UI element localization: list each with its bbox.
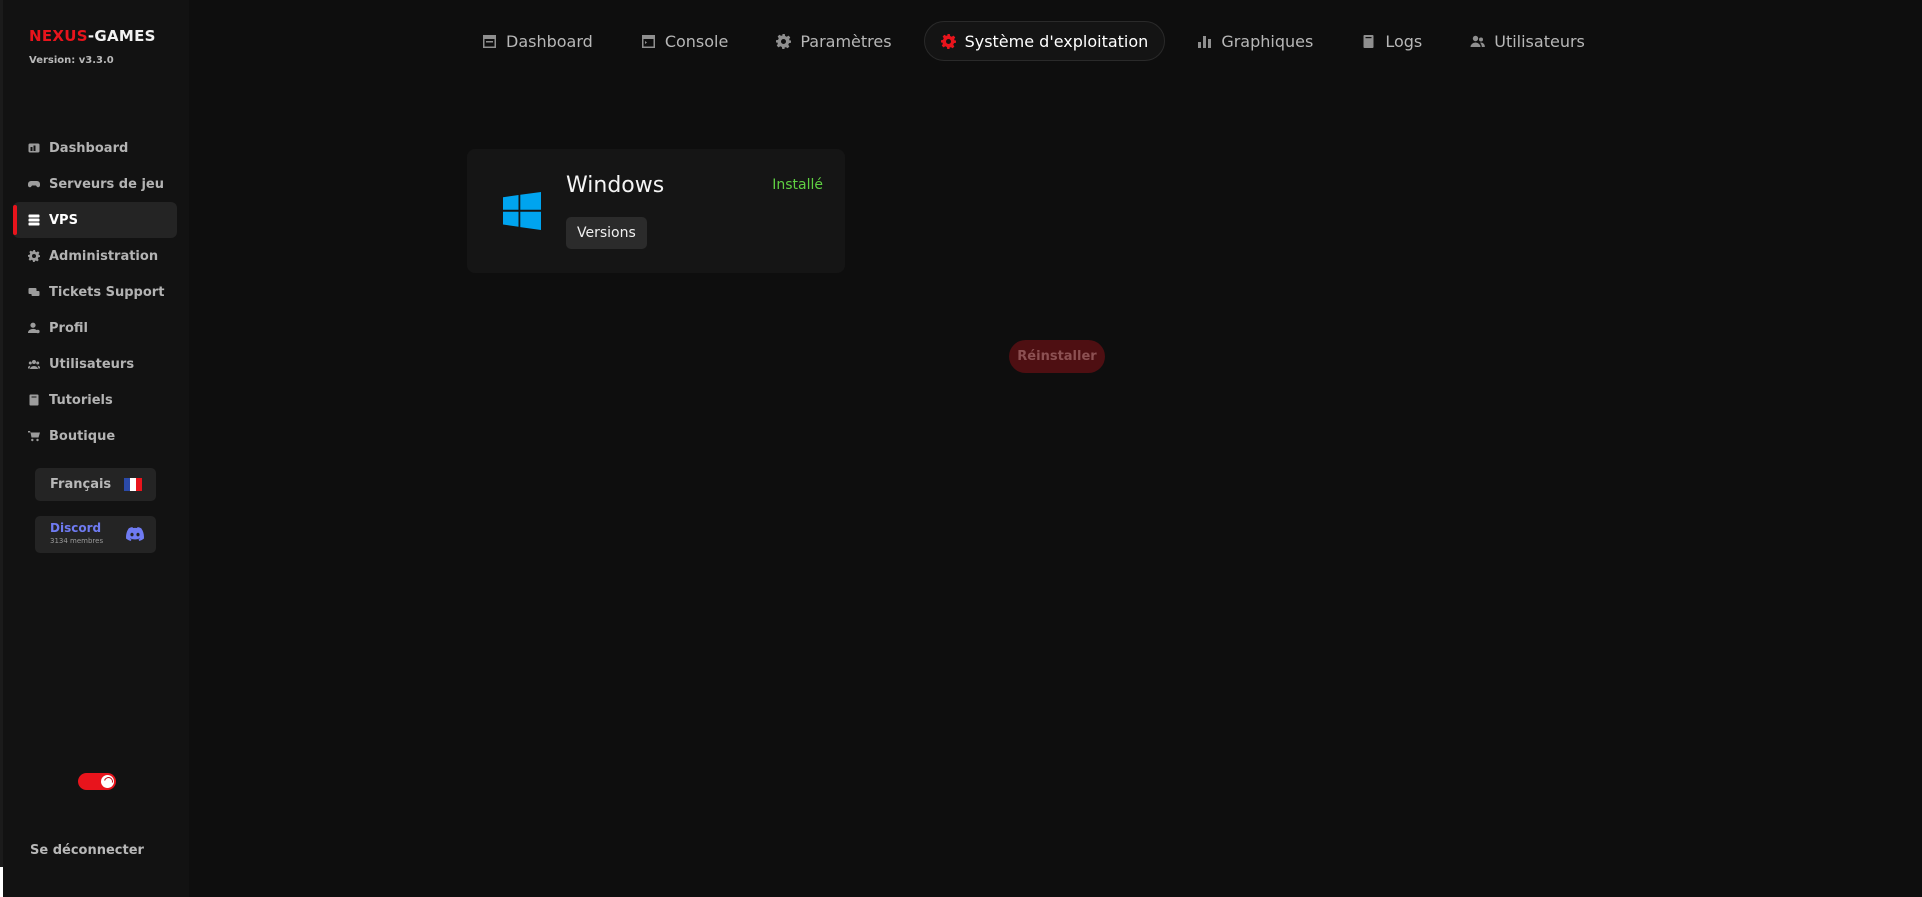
sidebar-item-label: Tickets Support [49,284,165,300]
top-tabs: Dashboard Console Paramètres Système d'e… [466,21,1617,61]
sidebar-item-label: Dashboard [49,140,129,156]
tab-console[interactable]: Console [625,21,745,61]
gamepad-icon [28,178,40,190]
console-icon [641,34,656,49]
gear-icon [28,250,40,262]
logout-link[interactable]: Se déconnecter [30,843,144,858]
brand-part-1: NEXUS [29,27,88,45]
sidebar-item-dashboard[interactable]: Dashboard [13,130,177,166]
reinstall-button[interactable]: Réinstaller [1009,340,1105,373]
tab-label: Console [664,31,729,51]
brand-part-2: -GAMES [87,27,156,45]
sidebar-item-label: Boutique [49,428,116,444]
sidebar-nav: Dashboard Serveurs de jeu VPS Administra… [13,130,177,454]
discord-label: Discord [50,521,102,535]
os-status-badge: Installé [772,177,823,193]
tab-label: Système d'exploitation [964,31,1149,51]
language-selector[interactable]: Français [35,468,156,501]
tab-logs[interactable]: Logs [1345,21,1438,61]
flag-fr-icon [124,478,142,491]
gear-icon [940,33,956,49]
sidebar-item-label: Serveurs de jeu [49,176,164,192]
user-icon [28,322,40,334]
windows-logo-icon [503,192,541,230]
versions-button[interactable]: Versions [566,217,647,249]
users-icon [28,358,40,370]
version-label: Version: v3.3.0 [29,55,114,66]
tab-operating-system[interactable]: Système d'exploitation [923,21,1166,61]
sidebar-item-label: Profil [49,320,88,336]
sidebar-item-label: VPS [49,212,78,228]
server-icon [28,214,40,226]
discord-icon [126,527,144,541]
sidebar-item-shop[interactable]: Boutique [13,418,177,454]
tab-label: Dashboard [506,31,593,51]
os-name: Windows [566,173,665,198]
sidebar-item-label: Administration [49,248,159,264]
sidebar-item-users[interactable]: Utilisateurs [13,346,177,382]
sidebar-item-vps[interactable]: VPS [13,202,177,238]
sidebar: NEXUS-GAMES Version: v3.3.0 Dashboard Se… [3,0,189,897]
os-card: Windows Installé Versions [467,149,845,273]
tab-label: Paramètres [800,31,892,51]
language-label: Français [50,477,112,492]
brand-logo[interactable]: NEXUS-GAMES [29,27,156,45]
moon-icon [101,775,114,788]
tab-label: Utilisateurs [1494,31,1585,51]
bar-chart-icon [1197,34,1212,49]
sidebar-item-profile[interactable]: Profil [13,310,177,346]
discord-members: 3134 membres [50,537,104,545]
dashboard-icon [28,142,40,154]
sidebar-item-tutorials[interactable]: Tutoriels [13,382,177,418]
tab-label: Logs [1385,31,1423,51]
tab-users[interactable]: Utilisateurs [1454,21,1601,61]
ticket-icon [28,286,40,298]
cart-icon [28,430,40,442]
tab-label: Graphiques [1221,31,1314,51]
book-icon [28,394,40,406]
users-icon [1470,34,1486,49]
panel-icon [482,34,497,49]
sidebar-item-tickets[interactable]: Tickets Support [13,274,177,310]
gear-icon [776,33,792,49]
sidebar-item-game-servers[interactable]: Serveurs de jeu [13,166,177,202]
tab-graphs[interactable]: Graphiques [1181,21,1329,61]
tab-settings[interactable]: Paramètres [760,21,907,61]
sidebar-item-label: Utilisateurs [49,356,135,372]
theme-toggle[interactable] [78,773,116,790]
discord-button[interactable]: Discord 3134 membres [35,516,156,553]
sidebar-item-label: Tutoriels [49,392,113,408]
sidebar-item-administration[interactable]: Administration [13,238,177,274]
tab-dashboard[interactable]: Dashboard [466,21,609,61]
book-icon [1361,34,1376,49]
